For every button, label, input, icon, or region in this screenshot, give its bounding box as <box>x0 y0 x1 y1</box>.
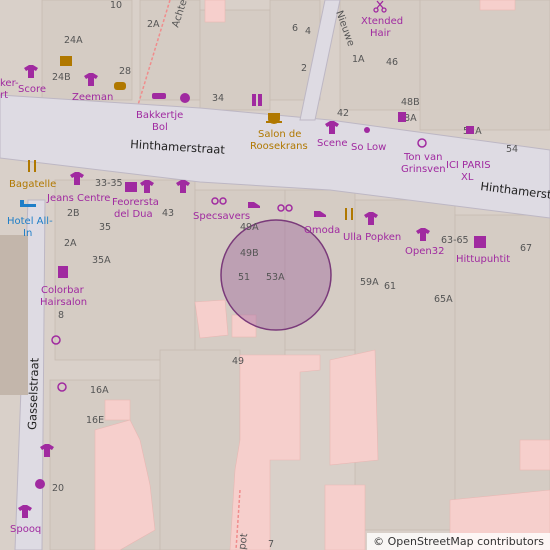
poi-spooq: Spooq <box>10 524 41 535</box>
svg-text:2: 2 <box>301 63 307 74</box>
svg-text:42: 42 <box>337 108 349 119</box>
poi-open32: Open32 <box>405 246 444 257</box>
svg-text:2A: 2A <box>64 238 77 249</box>
svg-text:24B: 24B <box>52 72 71 83</box>
map-attribution[interactable]: © OpenStreetMap contributors <box>367 533 550 550</box>
svg-text:53A: 53A <box>266 272 285 283</box>
svg-text:63-65: 63-65 <box>441 235 469 246</box>
svg-text:2A: 2A <box>147 19 160 30</box>
svg-text:8: 8 <box>58 310 64 321</box>
cafe-icon <box>266 113 282 124</box>
poi-feorersta-del-dua: Feorersta <box>112 197 159 208</box>
svg-text:61: 61 <box>384 281 396 292</box>
poi-hittupuhtit: Hittupuhtit <box>456 254 510 265</box>
bread-icon <box>114 82 126 90</box>
map-canvas[interactable]: Hinthamerstraat Hinthamerstraat Gasselst… <box>0 0 550 550</box>
svg-text:48B: 48B <box>401 97 420 108</box>
video-icon <box>60 56 72 66</box>
svg-text:34: 34 <box>212 93 224 104</box>
svg-text:51: 51 <box>238 272 250 283</box>
svg-text:49B: 49B <box>240 248 259 259</box>
svg-text:XL: XL <box>461 172 474 183</box>
svg-text:rt: rt <box>0 90 8 101</box>
svg-text:6: 6 <box>292 23 298 34</box>
poi-zeeman: Zeeman <box>72 92 113 103</box>
svg-text:10: 10 <box>110 0 122 11</box>
dot-icon <box>364 127 370 133</box>
svg-text:7: 7 <box>268 539 274 550</box>
hairdresser-icon <box>58 266 68 278</box>
svg-text:Roosekrans: Roosekrans <box>250 141 308 152</box>
svg-text:54: 54 <box>506 144 518 155</box>
svg-text:4: 4 <box>305 26 311 37</box>
svg-text:16E: 16E <box>86 415 104 426</box>
svg-text:28: 28 <box>119 66 131 77</box>
svg-text:Hair: Hair <box>370 28 391 39</box>
svg-text:33-35: 33-35 <box>95 178 123 189</box>
svg-text:35: 35 <box>99 222 111 233</box>
svg-text:59A: 59A <box>360 277 379 288</box>
svg-text:1A: 1A <box>352 54 365 65</box>
poi-bagatelle: Bagatelle <box>9 179 56 190</box>
svg-text:In: In <box>23 228 32 239</box>
poi-xtended-hair: Xtended <box>361 16 403 27</box>
dark-building <box>0 235 28 395</box>
gift-icon <box>474 236 486 248</box>
bag-icon <box>125 182 137 192</box>
svg-text:Hairsalon: Hairsalon <box>40 297 87 308</box>
poi-score-edge: ker- <box>0 78 19 89</box>
poi-scene: Scene <box>317 138 348 149</box>
map-view[interactable]: Hinthamerstraat Hinthamerstraat Gasselst… <box>0 0 550 550</box>
svg-text:24A: 24A <box>64 35 83 46</box>
svg-text:65A: 65A <box>434 294 453 305</box>
svg-text:35A: 35A <box>92 255 111 266</box>
svg-text:46: 46 <box>386 57 398 68</box>
svg-text:2B: 2B <box>67 208 80 219</box>
svg-text:del Dua: del Dua <box>114 209 153 220</box>
bakery-icon <box>152 93 166 99</box>
street-label-papenhulst: pot <box>237 533 250 550</box>
svg-text:49A: 49A <box>240 222 259 233</box>
poi-colorbar-hairsalon: Colorbar <box>41 285 85 296</box>
poi-salon-de-roosekrans: Salon de <box>258 129 301 140</box>
svg-text:Bol: Bol <box>152 122 168 133</box>
svg-text:Grinsven: Grinsven <box>401 164 446 175</box>
svg-text:16A: 16A <box>90 385 109 396</box>
poi-ici-paris-xl: ICI PARIS <box>446 160 491 171</box>
svg-text:43: 43 <box>162 208 174 219</box>
poi-score: Score <box>18 84 46 95</box>
street-label-gasselstraat: Gasselstraat <box>25 357 42 430</box>
svg-text:49: 49 <box>232 356 244 367</box>
poi-so-low: So Low <box>351 142 386 153</box>
svg-text:67: 67 <box>520 243 532 254</box>
poi-hotel-all-in: Hotel All- <box>7 216 53 227</box>
poi-omoda: Omoda <box>304 225 340 236</box>
poi-jeans-centre: Jeans Centre <box>46 193 110 204</box>
poi-ton-van-grinsven: Ton van <box>403 152 442 163</box>
poi-ulla-popken: Ulla Popken <box>343 232 401 243</box>
poi-bakkertje-bol: Bakkertje <box>136 110 183 121</box>
svg-text:20: 20 <box>52 483 64 494</box>
poi-specsavers: Specsavers <box>193 211 250 222</box>
